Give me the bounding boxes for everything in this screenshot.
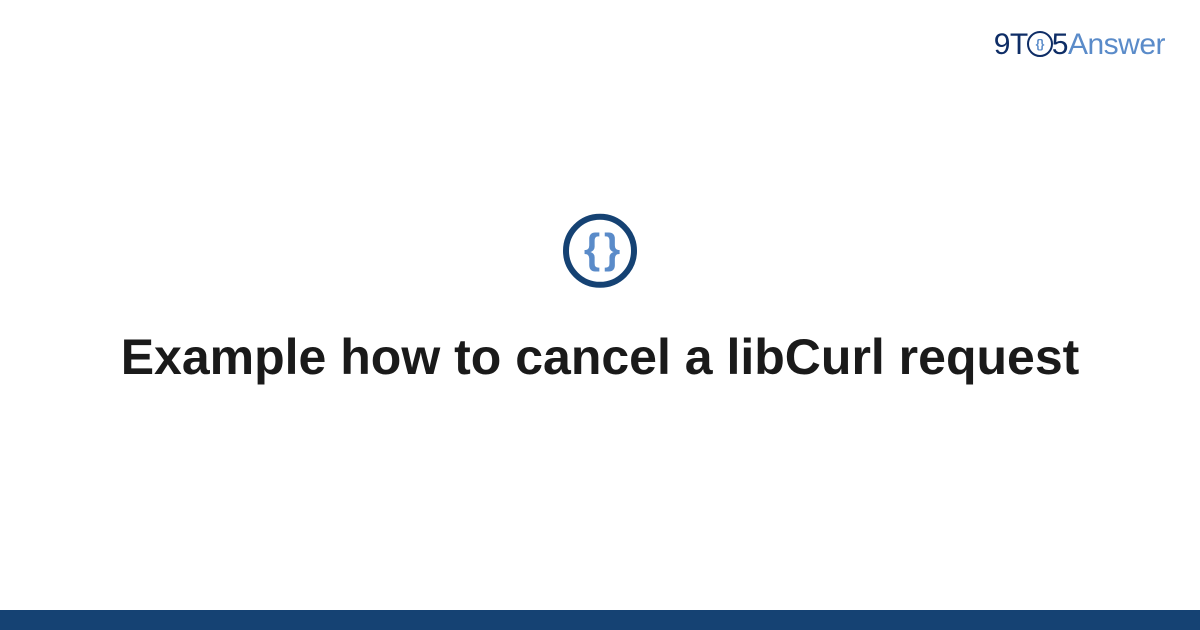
logo-text-5: 5 [1052, 28, 1068, 61]
main-content: { } Example how to cancel a libCurl requ… [0, 214, 1200, 389]
logo-o-icon: {} [1028, 28, 1052, 62]
logo-text-9t: 9T [994, 28, 1028, 61]
footer-bar [0, 610, 1200, 630]
code-braces-icon: { } [563, 214, 637, 288]
site-logo: 9T {} 5Answer [994, 28, 1165, 62]
logo-o-inner-braces-icon: {} [1036, 37, 1044, 51]
logo-text-answer: Answer [1068, 28, 1165, 61]
page-title: Example how to cancel a libCurl request [120, 326, 1080, 389]
braces-glyph: { } [584, 228, 616, 270]
